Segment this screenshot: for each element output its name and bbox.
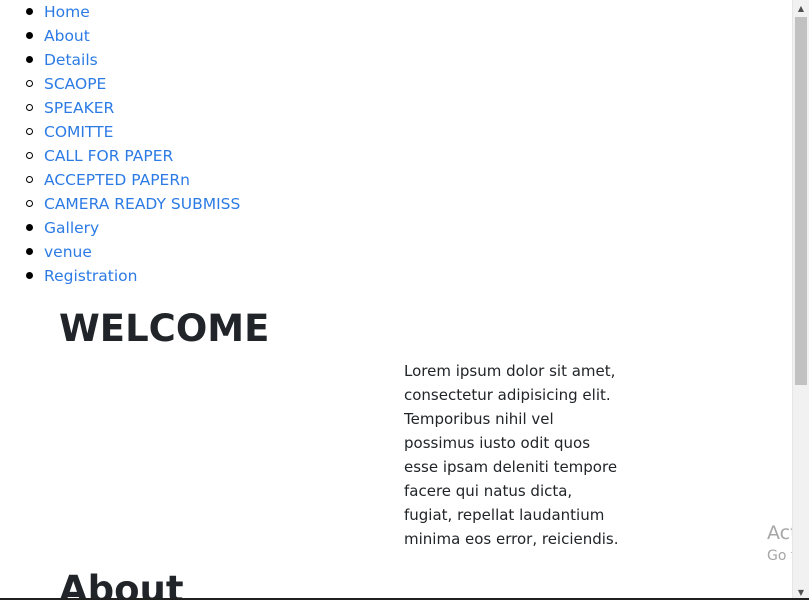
disc-bullet-icon [26, 8, 33, 15]
scroll-up-arrow-icon[interactable]: ▲ [793, 0, 809, 16]
circle-bullet-icon [26, 200, 33, 207]
nav-link[interactable]: COMITTE [44, 123, 113, 141]
welcome-line: consectetur adipisicing elit. [404, 386, 611, 404]
circle-bullet-icon [26, 128, 33, 135]
welcome-paragraph: Lorem ipsum dolor sit amet, consectetur a… [404, 359, 619, 551]
welcome-line: fugiat, repellat laudantium [404, 506, 605, 524]
disc-bullet-icon [26, 272, 33, 279]
nav-item: Home [0, 0, 240, 24]
scrollbar-thumb[interactable] [795, 17, 807, 385]
disc-bullet-icon [26, 32, 33, 39]
nav-link[interactable]: Registration [44, 267, 137, 285]
circle-bullet-icon [26, 80, 33, 87]
welcome-line: Lorem ipsum dolor sit amet, [404, 362, 616, 380]
nav-link[interactable]: Gallery [44, 219, 99, 237]
nav-item: SPEAKER [0, 96, 240, 120]
nav-link[interactable]: Home [44, 3, 90, 21]
welcome-heading: WELCOME [59, 307, 270, 350]
welcome-line: Temporibus nihil vel [404, 410, 554, 428]
circle-bullet-icon [26, 176, 33, 183]
watermark-title: Activ [767, 522, 792, 544]
watermark-subtitle: Go to [767, 548, 792, 564]
welcome-line: possimus iusto odit quos [404, 434, 591, 452]
main-nav: Home About Details SCAOPE SPEAKER COMITTE CALL… [0, 0, 240, 288]
nav-item: CAMERA READY SUBMISS [0, 192, 240, 216]
nav-link[interactable]: CAMERA READY SUBMISS [44, 195, 240, 213]
nav-link[interactable]: SCAOPE [44, 75, 106, 93]
nav-item: Gallery [0, 216, 240, 240]
nav-item: venue [0, 240, 240, 264]
circle-bullet-icon [26, 104, 33, 111]
welcome-line: esse ipsam deleniti tempore [404, 458, 618, 476]
nav-link[interactable]: Details [44, 51, 98, 69]
nav-item: About [0, 24, 240, 48]
nav-item: ACCEPTED PAPERn [0, 168, 240, 192]
disc-bullet-icon [26, 224, 33, 231]
vertical-scrollbar[interactable]: ▲ ▼ [792, 0, 809, 600]
nav-item: SCAOPE [0, 72, 240, 96]
nav-item: CALL FOR PAPER [0, 144, 240, 168]
page-viewport: Home About Details SCAOPE SPEAKER COMITTE CALL… [0, 0, 792, 600]
nav-item: Details [0, 48, 240, 72]
nav-link[interactable]: About [44, 27, 90, 45]
welcome-line: minima eos error, reiciendis. [404, 530, 619, 548]
nav-item: COMITTE [0, 120, 240, 144]
disc-bullet-icon [26, 248, 33, 255]
disc-bullet-icon [26, 56, 33, 63]
nav-item: Registration [0, 264, 240, 288]
circle-bullet-icon [26, 152, 33, 159]
nav-link[interactable]: ACCEPTED PAPERn [44, 171, 190, 189]
windows-activation-watermark: Activ Go to [767, 520, 792, 566]
about-heading: About [59, 568, 184, 600]
nav-link[interactable]: CALL FOR PAPER [44, 147, 173, 165]
welcome-line: facere qui natus dicta, [404, 482, 573, 500]
nav-link[interactable]: SPEAKER [44, 99, 114, 117]
nav-link[interactable]: venue [44, 243, 92, 261]
